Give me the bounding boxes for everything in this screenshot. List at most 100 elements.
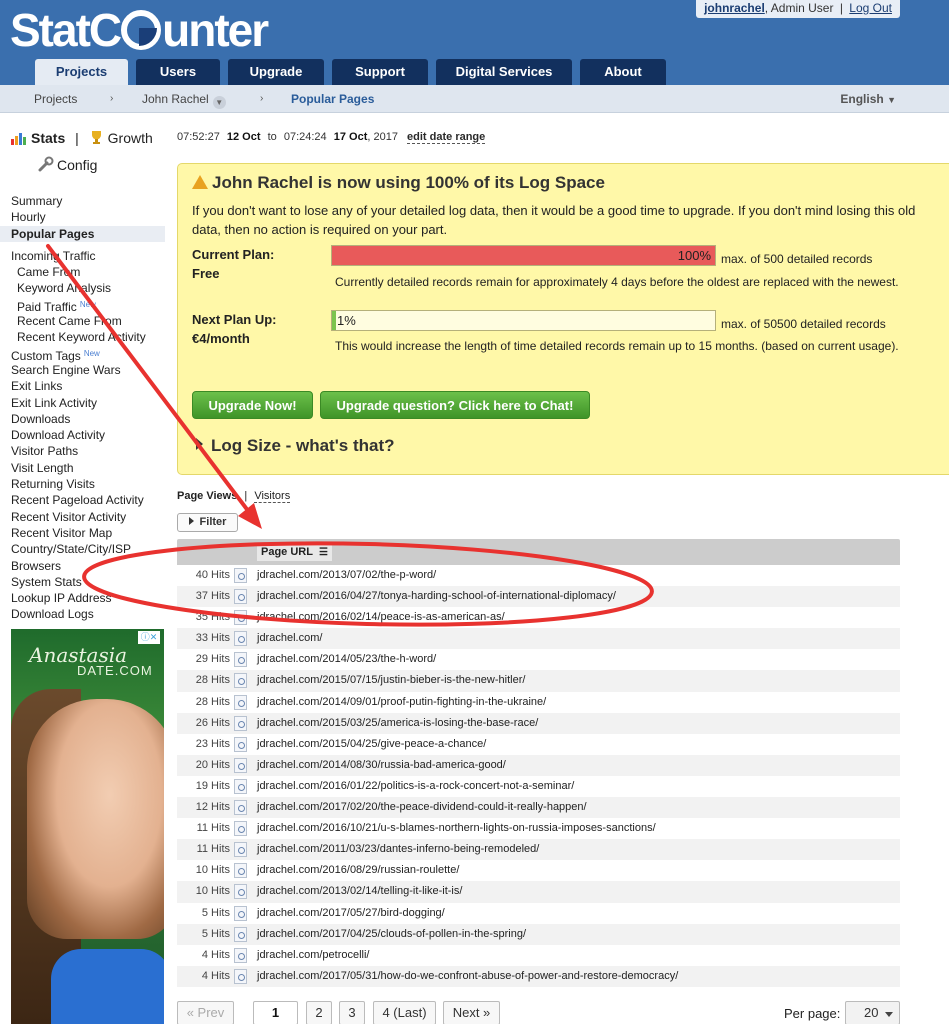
page-detail-icon[interactable]	[234, 673, 247, 689]
sidebar-item-recent-keyword-activity[interactable]: Recent Keyword Activity	[0, 329, 165, 345]
sidebar-item-recent-visitor-activity[interactable]: Recent Visitor Activity	[0, 509, 165, 525]
prev-page-button[interactable]: « Prev	[177, 1001, 234, 1024]
sidebar-item-recent-visitor-map[interactable]: Recent Visitor Map	[0, 525, 165, 541]
page-detail-icon[interactable]	[234, 947, 247, 963]
sidebar-item-country-state-city-isp[interactable]: Country/State/City/ISP	[0, 541, 165, 557]
page-3-button[interactable]: 3	[339, 1001, 365, 1024]
page-url-column-header[interactable]: Page URL ☰	[257, 543, 332, 561]
page-detail-icon[interactable]	[234, 715, 247, 731]
page-detail-icon[interactable]	[234, 694, 247, 710]
sidebar-item-search-engine-wars[interactable]: Search Engine Wars	[0, 362, 165, 378]
row-page-url[interactable]: jdrachel.com/2015/04/25/give-peace-a-cha…	[257, 734, 486, 755]
page-detail-icon[interactable]	[234, 926, 247, 942]
sliders-icon[interactable]: ☰	[319, 547, 328, 558]
row-page-url[interactable]: jdrachel.com/	[257, 628, 322, 649]
page-detail-icon[interactable]	[234, 842, 247, 858]
sidebar-item-download-activity[interactable]: Download Activity	[0, 427, 165, 443]
page-detail-icon[interactable]	[234, 884, 247, 900]
username-link[interactable]: johnrachel	[704, 1, 765, 15]
row-page-url[interactable]: jdrachel.com/2014/05/23/the-h-word/	[257, 649, 436, 670]
sidebar-item-visit-length[interactable]: Visit Length	[0, 460, 165, 476]
tab-about[interactable]: About	[580, 59, 666, 85]
sidebar-item-came-from[interactable]: Came From	[0, 264, 165, 280]
row-page-url[interactable]: jdrachel.com/2017/02/20/the-peace-divide…	[257, 797, 587, 818]
language-selector[interactable]: English ▼	[840, 85, 896, 114]
row-page-url[interactable]: jdrachel.com/2013/02/14/telling-it-like-…	[257, 881, 462, 902]
page-detail-icon[interactable]	[234, 568, 247, 583]
row-page-url[interactable]: jdrachel.com/2016/10/21/u-s-blames-north…	[257, 818, 656, 839]
row-page-url[interactable]: jdrachel.com/2017/05/31/how-do-we-confro…	[257, 966, 678, 987]
sidebar-item-incoming-traffic[interactable]: Incoming Traffic	[0, 248, 165, 264]
page-detail-icon[interactable]	[234, 821, 247, 837]
page-1-button[interactable]: 1	[253, 1001, 298, 1024]
stats-link[interactable]: Stats	[31, 130, 65, 146]
page-detail-icon[interactable]	[234, 863, 247, 879]
page-detail-icon[interactable]	[234, 968, 247, 984]
logout-link[interactable]: Log Out	[849, 1, 892, 15]
row-page-url[interactable]: jdrachel.com/2014/08/30/russia-bad-ameri…	[257, 755, 506, 776]
sidebar-item-paid-traffic[interactable]: Paid Traffic New	[0, 297, 165, 314]
breadcrumb-project-name[interactable]: John Rachel ▼	[142, 85, 226, 113]
per-page-select[interactable]: 20	[845, 1001, 900, 1024]
sidebar-item-summary[interactable]: Summary	[0, 193, 165, 209]
tab-digital-services[interactable]: Digital Services	[436, 59, 572, 85]
row-page-url[interactable]: jdrachel.com/2016/02/14/peace-is-as-amer…	[257, 607, 505, 628]
page-detail-icon[interactable]	[234, 610, 247, 626]
page-detail-icon[interactable]	[234, 631, 247, 647]
tab-upgrade[interactable]: Upgrade	[228, 59, 324, 85]
page-detail-icon[interactable]	[234, 800, 247, 816]
row-page-url[interactable]: jdrachel.com/2014/09/01/proof-putin-figh…	[257, 692, 546, 713]
page-last-button[interactable]: 4 (Last)	[373, 1001, 436, 1024]
row-page-url[interactable]: jdrachel.com/2015/03/25/america-is-losin…	[257, 713, 538, 734]
filter-button[interactable]: Filter	[177, 513, 238, 532]
sidebar-item-lookup-ip-address[interactable]: Lookup IP Address	[0, 590, 165, 606]
row-page-url[interactable]: jdrachel.com/2016/01/22/politics-is-a-ro…	[257, 776, 574, 797]
row-page-url[interactable]: jdrachel.com/2013/07/02/the-p-word/	[257, 565, 436, 586]
sidebar-item-download-logs[interactable]: Download Logs	[0, 606, 165, 622]
sidebar-ad[interactable]: Anastasia DATE.COM ⓘ✕	[11, 629, 164, 1024]
page-detail-icon[interactable]	[234, 736, 247, 752]
tab-users[interactable]: Users	[136, 59, 220, 85]
row-page-url[interactable]: jdrachel.com/2016/04/27/tonya-harding-sc…	[257, 586, 616, 607]
config-link[interactable]: Config	[38, 156, 97, 175]
next-page-button[interactable]: Next »	[443, 1001, 500, 1024]
log-size-toggle[interactable]: Log Size - what's that?	[196, 436, 395, 456]
sidebar-item-downloads[interactable]: Downloads	[0, 411, 165, 427]
sidebar-item-recent-came-from[interactable]: Recent Came From	[0, 313, 165, 329]
upgrade-now-button[interactable]: Upgrade Now!	[192, 391, 313, 419]
page-detail-icon[interactable]	[234, 652, 247, 668]
tab-projects[interactable]: Projects	[35, 59, 128, 85]
sidebar-item-keyword-analysis[interactable]: Keyword Analysis	[0, 280, 165, 296]
upgrade-chat-button[interactable]: Upgrade question? Click here to Chat!	[320, 391, 590, 419]
chevron-down-icon[interactable]: ▼	[212, 96, 226, 109]
sidebar-item-system-stats[interactable]: System Stats	[0, 574, 165, 590]
row-page-url[interactable]: jdrachel.com/2015/07/15/justin-bieber-is…	[257, 670, 525, 691]
sidebar-item-exit-link-activity[interactable]: Exit Link Activity	[0, 395, 165, 411]
edit-date-range-link[interactable]: edit date range	[407, 131, 486, 144]
sidebar-item-recent-pageload-activity[interactable]: Recent Pageload Activity	[0, 492, 165, 508]
tab-page-views[interactable]: Page Views	[177, 490, 237, 502]
sidebar-item-hourly[interactable]: Hourly	[0, 209, 165, 225]
row-page-url[interactable]: jdrachel.com/2017/05/27/bird-dogging/	[257, 903, 445, 924]
page-detail-icon[interactable]	[234, 589, 247, 605]
statcounter-logo[interactable]: StatC unter	[10, 4, 269, 56]
row-page-url[interactable]: jdrachel.com/2011/03/23/dantes-inferno-b…	[257, 839, 539, 860]
sidebar-item-popular-pages[interactable]: Popular Pages	[0, 225, 165, 242]
ad-info-icon[interactable]: ⓘ✕	[138, 631, 160, 644]
breadcrumb-projects[interactable]: Projects	[34, 85, 77, 113]
row-page-url[interactable]: jdrachel.com/petrocelli/	[257, 945, 370, 966]
page-2-button[interactable]: 2	[306, 1001, 332, 1024]
row-page-url[interactable]: jdrachel.com/2017/04/25/clouds-of-pollen…	[257, 924, 526, 945]
growth-link[interactable]: Growth	[108, 130, 153, 146]
page-detail-icon[interactable]	[234, 905, 247, 921]
tab-support[interactable]: Support	[332, 59, 428, 85]
sidebar-item-visitor-paths[interactable]: Visitor Paths	[0, 443, 165, 459]
sidebar-item-custom-tags[interactable]: Custom Tags New	[0, 346, 165, 363]
page-detail-icon[interactable]	[234, 778, 247, 794]
tab-visitors[interactable]: Visitors	[254, 490, 291, 503]
sidebar-item-browsers[interactable]: Browsers	[0, 558, 165, 574]
sidebar-item-returning-visits[interactable]: Returning Visits	[0, 476, 165, 492]
page-detail-icon[interactable]	[234, 757, 247, 773]
sidebar-item-exit-links[interactable]: Exit Links	[0, 378, 165, 394]
row-page-url[interactable]: jdrachel.com/2016/08/29/russian-roulette…	[257, 860, 459, 881]
